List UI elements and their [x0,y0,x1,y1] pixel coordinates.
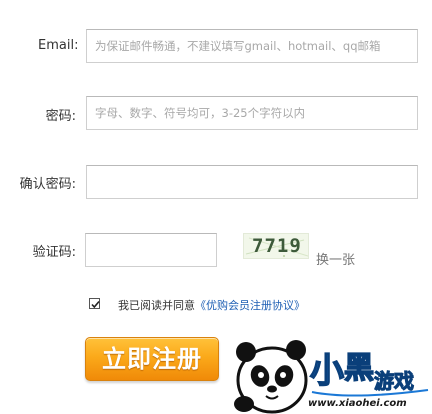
svg-text:小: 小 [310,351,344,391]
captcha-label: 验证码: [32,245,76,260]
captcha-field[interactable] [85,233,217,267]
svg-text:黑: 黑 [344,351,374,386]
agreement-prefix: 我已阅读并同意 [118,299,195,312]
brand-games-text: 游戏 [374,369,414,393]
captcha-image[interactable]: 7719 [243,233,309,259]
password-label: 密码: [45,109,76,124]
agree-checkbox[interactable] [89,298,100,309]
checkmark-icon [91,300,100,309]
confirm-password-label: 确认密码: [19,177,76,192]
register-button[interactable]: 立即注册 [85,337,219,381]
email-field[interactable] [86,29,418,63]
confirm-password-field[interactable] [86,165,418,199]
agreement-link[interactable]: 《优购会员注册协议》 [195,299,305,312]
watermark-url: www.xiaohei.com [308,398,407,409]
captcha-code: 7719 [252,235,302,257]
password-field[interactable] [86,96,418,130]
refresh-captcha-link[interactable]: 换一张 [316,249,355,268]
email-label: Email: [38,38,79,53]
agreement-text: 我已阅读并同意《优购会员注册协议》 [118,297,305,313]
